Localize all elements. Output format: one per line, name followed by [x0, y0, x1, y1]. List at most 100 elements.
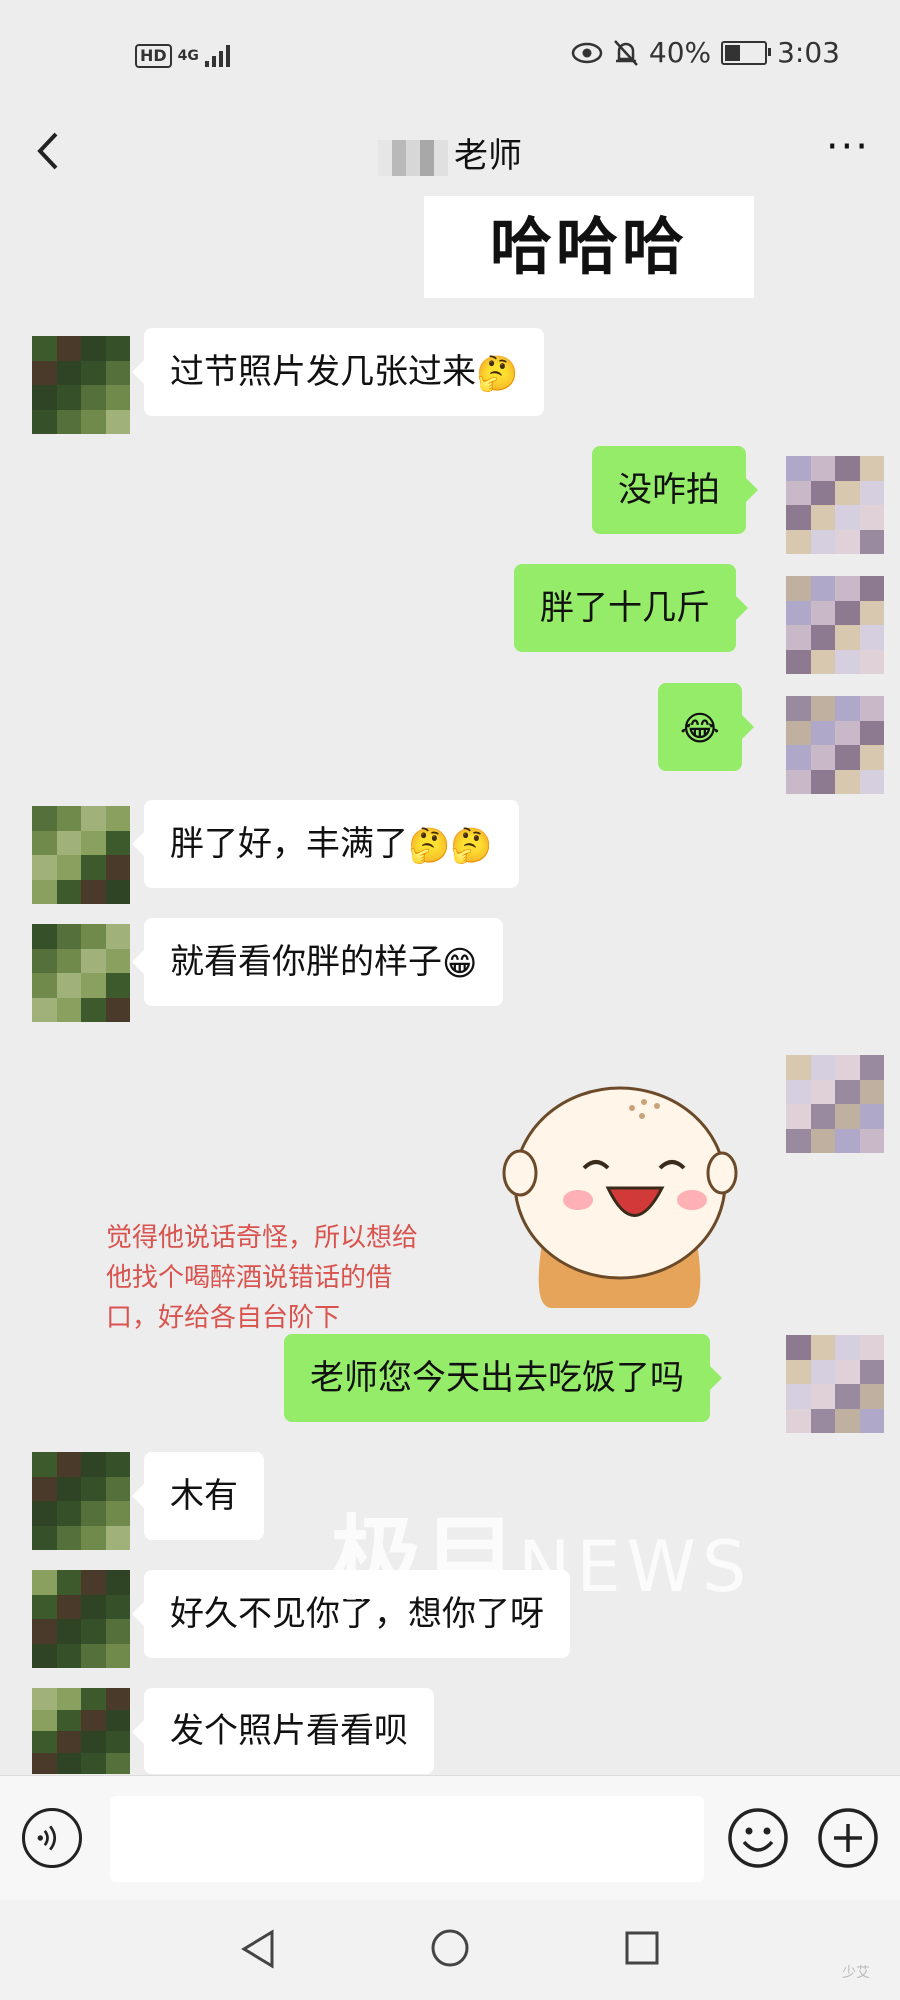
avatar-mosaic-cell [56, 1752, 81, 1774]
avatar-mosaic-cell [105, 879, 130, 904]
avatar-mosaic-cell [81, 1688, 106, 1710]
message-bubble[interactable]: 胖了十几斤 [514, 564, 748, 652]
text-sticker[interactable]: 哈哈哈 [424, 196, 754, 298]
avatar-mosaic-cell [859, 1128, 884, 1153]
avatar-mosaic-cell [835, 1104, 860, 1129]
avatar-mosaic-cell [105, 1709, 130, 1731]
battery-percent: 40% [648, 36, 712, 69]
avatar-mosaic-cell [32, 1688, 57, 1710]
avatar-mosaic-cell [56, 997, 81, 1022]
message-bubble[interactable]: 就看看你胖的样子😁 [131, 918, 504, 1006]
avatar-mosaic-cell [32, 1525, 57, 1550]
message-bubble[interactable]: 胖了好，丰满了🤔🤔 [132, 800, 519, 888]
teacher-avatar[interactable] [32, 1570, 130, 1668]
avatar-mosaic-cell [835, 1128, 860, 1153]
avatar-mosaic-cell [810, 649, 835, 674]
avatar-mosaic-cell [56, 855, 81, 880]
avatar-mosaic-cell [81, 1501, 106, 1526]
message-input[interactable] [110, 1796, 704, 1882]
my-avatar[interactable] [786, 1335, 884, 1433]
avatar-mosaic-cell [32, 879, 57, 904]
avatar-mosaic-cell [32, 855, 57, 880]
avatar-mosaic-cell [859, 1384, 884, 1409]
teacher-avatar[interactable] [32, 1688, 130, 1774]
teacher-avatar[interactable] [32, 924, 130, 1022]
message-text: 没咋拍 [618, 470, 720, 510]
avatar-mosaic-cell [32, 1643, 57, 1668]
avatar-mosaic-cell [835, 1359, 860, 1384]
avatar-mosaic-cell [786, 1104, 811, 1129]
avatar-mosaic-cell [32, 948, 57, 973]
avatar-mosaic-cell [56, 948, 81, 973]
my-avatar[interactable] [786, 576, 884, 674]
status-right: 40% 3:03 [571, 36, 840, 69]
my-avatar[interactable] [786, 456, 884, 554]
input-bar [0, 1775, 900, 1901]
teacher-avatar[interactable] [32, 806, 130, 904]
plus-icon[interactable] [816, 1806, 880, 1870]
message-bubble[interactable]: 过节照片发几张过来🤔 [131, 328, 545, 416]
avatar-mosaic-cell [56, 1570, 81, 1595]
avatar-mosaic-cell [859, 529, 884, 554]
message-bubble[interactable]: 老师您今天出去吃饭了吗 [284, 1334, 722, 1422]
avatar-mosaic-cell [81, 1476, 106, 1501]
avatar-mosaic-cell [56, 336, 81, 361]
avatar-mosaic-cell [105, 1452, 130, 1477]
avatar-mosaic-cell [786, 1055, 811, 1080]
avatar-mosaic-cell [859, 769, 884, 794]
avatar-mosaic-cell [81, 1570, 106, 1595]
avatar-mosaic-cell [835, 745, 860, 770]
avatar-mosaic-cell [32, 1731, 57, 1753]
avatar-mosaic-cell [32, 973, 57, 998]
avatar-mosaic-cell [859, 505, 884, 530]
my-avatar[interactable] [786, 1055, 884, 1153]
my-avatar[interactable] [786, 696, 884, 794]
avatar-mosaic-cell [56, 1525, 81, 1550]
avatar-mosaic-cell [810, 600, 835, 625]
teacher-avatar[interactable] [32, 1452, 130, 1550]
nav-home-icon[interactable] [430, 1928, 470, 1968]
avatar-mosaic-cell [786, 1079, 811, 1104]
laughing-monk-sticker[interactable] [492, 1078, 742, 1308]
avatar-mosaic-cell [32, 1619, 57, 1644]
avatar-mosaic-cell [56, 830, 81, 855]
annotation-text: 觉得他说话奇怪，所以想给 他找个喝醉酒说错话的借 口，好给各自台阶下 [106, 1218, 516, 1338]
avatar-mosaic-cell [81, 924, 106, 949]
annotation-line: 他找个喝醉酒说错话的借 [106, 1263, 393, 1293]
avatar-mosaic-cell [56, 360, 81, 385]
avatar-mosaic-cell [81, 806, 106, 831]
message-text: 木有 [170, 1476, 238, 1516]
avatar-mosaic-cell [81, 360, 106, 385]
nav-recent-icon[interactable] [624, 1930, 660, 1966]
avatar-mosaic-cell [56, 1594, 81, 1619]
avatar-mosaic-cell [81, 336, 106, 361]
message-bubble[interactable]: 😂 [658, 683, 754, 771]
avatar-mosaic-cell [859, 480, 884, 505]
avatar-mosaic-cell [32, 997, 57, 1022]
avatar-mosaic-cell [810, 625, 835, 650]
nav-back-icon[interactable] [238, 1928, 278, 1970]
annotation-line: 觉得他说话奇怪，所以想给 [106, 1223, 419, 1253]
message-text: 就看看你胖的样子 [170, 942, 442, 982]
emoji-icon[interactable] [726, 1806, 790, 1870]
avatar-mosaic-cell [810, 1128, 835, 1153]
battery-fill [725, 44, 741, 61]
avatar-mosaic-cell [105, 409, 130, 434]
eye-icon [571, 42, 603, 63]
avatar-mosaic-cell [56, 1709, 81, 1731]
message-bubble[interactable]: 没咋拍 [592, 446, 758, 534]
avatar-mosaic-cell [859, 1104, 884, 1129]
more-button[interactable]: ··· [826, 127, 870, 167]
avatar-mosaic-cell [56, 973, 81, 998]
message-bubble[interactable]: 木有 [132, 1452, 264, 1540]
avatar-mosaic-cell [32, 1452, 57, 1477]
message-bubble[interactable]: 发个照片看看呗 [132, 1688, 434, 1774]
voice-icon[interactable] [22, 1808, 82, 1868]
avatar-mosaic-cell [835, 480, 860, 505]
avatar-mosaic-cell [32, 1501, 57, 1526]
avatar-mosaic-cell [81, 1525, 106, 1550]
avatar-mosaic-cell [81, 830, 106, 855]
avatar-mosaic-cell [835, 529, 860, 554]
avatar-mosaic-cell [81, 1619, 106, 1644]
teacher-avatar[interactable] [32, 336, 130, 434]
